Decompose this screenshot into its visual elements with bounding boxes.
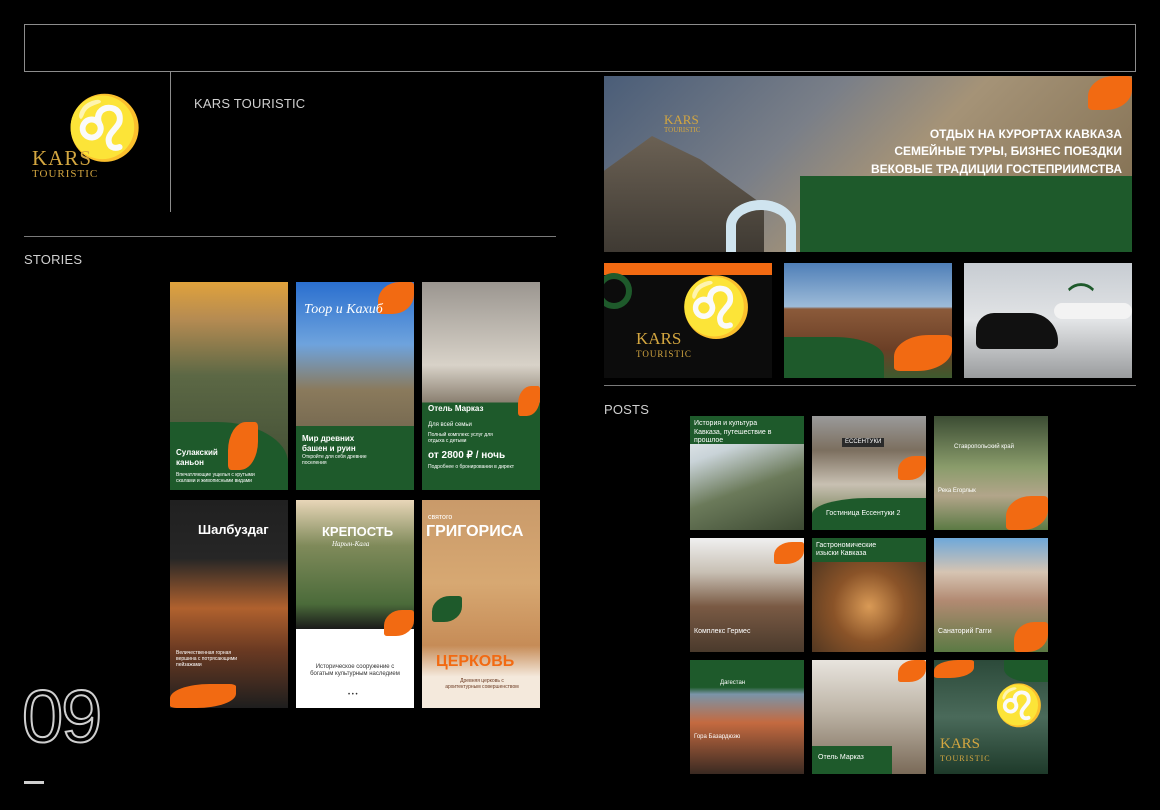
- hotel-green-shape: [784, 337, 884, 378]
- post-orange-shape: [774, 542, 804, 564]
- story-toor: Тоор и Кахиб Мир древних башен и руин От…: [296, 282, 414, 490]
- post-orange-shape: [1014, 622, 1048, 652]
- post-title: Гостиница Ессентуки 2: [826, 510, 901, 517]
- logo-divider: [170, 72, 171, 212]
- story-text: Древняя церковь с архитектурным совершен…: [445, 678, 519, 690]
- logo-sub-wordmark: TOURISTIC: [32, 168, 99, 180]
- post-hermes: Комплекс Гермес: [690, 538, 804, 652]
- header-frame: [24, 24, 1136, 72]
- post-subtitle: Гора Базардюзю: [694, 734, 741, 740]
- thumb-logo-sub: TOURISTIC: [636, 349, 692, 359]
- thumb-car-jet: ⌒: [964, 263, 1132, 378]
- brand-mark-icon: ⌒: [1068, 282, 1095, 312]
- post-green-shape: [1004, 660, 1048, 682]
- story-title: Сулакский каньон: [176, 448, 218, 467]
- post-text: Кавказа, путешествие в прошлое: [694, 429, 772, 445]
- post-logo-sub: TOURISTIC: [940, 754, 991, 763]
- story-bottom-title: ЦЕРКОВЬ: [436, 653, 515, 670]
- story-orange-shape: [384, 610, 414, 636]
- thumb-orange-bar: [604, 263, 772, 275]
- story-subtitle: Для всей семьи: [428, 422, 472, 428]
- story-text: Величественная горная вершина с потрясаю…: [176, 650, 238, 668]
- story-sulak: Сулакский каньон Впечатляющие ущелья с к…: [170, 282, 288, 490]
- story-text: Полный комплекс услуг для отдыха с детьм…: [428, 432, 493, 444]
- post-essentuki: ЕССЕНТУКИ Гостиница Ессентуки 2: [812, 416, 926, 530]
- story-title: ГРИГОРИСА: [426, 523, 524, 540]
- post-markaz: Отель Марказ: [812, 660, 926, 774]
- story-grigoris: святого ГРИГОРИСА ЦЕРКОВЬ Древняя церков…: [422, 500, 540, 708]
- story-title: Тоор и Кахиб: [304, 302, 383, 317]
- story-orange-shape: [518, 386, 540, 416]
- story-text: Историческое сооружение с богатым культу…: [310, 664, 400, 678]
- brand-title: KARS TOURISTIC: [194, 96, 306, 111]
- story-green-shape: [432, 596, 462, 622]
- post-title: История и культура: [694, 420, 758, 427]
- story-title: КРЕПОСТЬ: [322, 524, 394, 539]
- banner-line-2: СЕМЕЙНЫЕ ТУРЫ, БИЗНЕС ПОЕЗДКИ: [894, 144, 1122, 159]
- story-shalbuzdag: Шалбуздаг Величественная горная вершина …: [170, 500, 288, 708]
- banner-orange-accent: [1088, 76, 1132, 110]
- hotel-orange-shape: [894, 335, 952, 371]
- post-title: Санаторий Гагги: [938, 628, 992, 635]
- story-title: Отель Марказ: [428, 404, 484, 413]
- lion-icon: ♌: [994, 684, 1044, 728]
- post-orange-shape: [898, 456, 926, 480]
- post-orange-shape: [934, 660, 974, 678]
- story-title: Шалбуздаг: [198, 522, 269, 537]
- thumb-logo-wordmark: KARS: [636, 329, 682, 348]
- lion-icon: ♌: [680, 275, 753, 340]
- brand-logo: ♌ KARS TOURISTIC: [28, 98, 143, 193]
- story-headline: Мир древних башен и руин: [302, 434, 356, 453]
- page-number: 09: [21, 675, 103, 758]
- story-subtitle: Нарын-Кала: [332, 540, 370, 548]
- thumb-logo: ♌ KARS TOURISTIC: [604, 263, 772, 378]
- post-logo: ♌ KARS TOURISTIC: [934, 660, 1048, 774]
- thumb-hotel: [784, 263, 952, 378]
- posts-divider: [604, 385, 1136, 386]
- page-number-underline: [24, 781, 44, 784]
- banner-logo-sub: TOURISTIC: [664, 126, 701, 134]
- story-orange-shape: [170, 684, 236, 708]
- post-title: Ставропольский край: [954, 444, 1014, 450]
- banner-line-1: ОТДЫХ НА КУРОРТАХ КАВКАЗА: [929, 127, 1122, 141]
- posts-heading: POSTS: [604, 402, 650, 417]
- car-shape: [976, 313, 1058, 349]
- post-title: Дагестан: [720, 680, 746, 686]
- story-text: Откройте для себя древние поселения: [302, 454, 367, 466]
- stories-divider: [24, 236, 556, 237]
- story-orange-shape: [378, 282, 414, 314]
- post-orange-shape: [1006, 496, 1048, 530]
- banner-text: ОТДЫХ НА КУРОРТАХ КАВКАЗА СЕМЕЙНЫЕ ТУРЫ,…: [871, 126, 1122, 178]
- post-title: Гастрономические изыски Кавказа: [816, 542, 877, 558]
- story-markaz: Отель Марказ Для всей семьи Полный компл…: [422, 282, 540, 490]
- post-stavropol: Ставропольский край Река Егорлык: [934, 416, 1048, 530]
- thumb-green-ring: [604, 273, 632, 309]
- post-sign: ЕССЕНТУКИ: [842, 438, 885, 448]
- banner-green-panel: [800, 176, 1132, 252]
- post-bazardyuzyu: Дагестан Гора Базардюзю: [690, 660, 804, 774]
- post-subtitle: Река Егорлык: [938, 488, 976, 494]
- stories-heading: STORIES: [24, 252, 83, 267]
- story-text: Впечатляющие ущелья с крутыми скалами и …: [176, 472, 255, 484]
- story-price: от 2800 ₽ / ночь: [428, 450, 506, 461]
- post-gagi: Санаторий Гагги: [934, 538, 1048, 652]
- banner-line-3: ВЕКОВЫЕ ТРАДИЦИИ ГОСТЕПРИИМСТВА: [871, 161, 1122, 176]
- story-note: Подробнее о бронировании в директ: [428, 464, 514, 470]
- arc-shape: [726, 200, 796, 252]
- story-fortress: КРЕПОСТЬ Нарын-Кала Историческое сооруже…: [296, 500, 414, 708]
- post-orange-shape: [898, 660, 926, 682]
- post-title: Комплекс Гермес: [694, 628, 751, 635]
- post-gastronomy: Гастрономические изыски Кавказа: [812, 538, 926, 652]
- post-title: Отель Марказ: [818, 754, 864, 761]
- story-dots: • • •: [348, 692, 358, 698]
- post-history: История и культура Кавказа, путешествие …: [690, 416, 804, 530]
- post-logo-wordmark: KARS: [940, 736, 981, 752]
